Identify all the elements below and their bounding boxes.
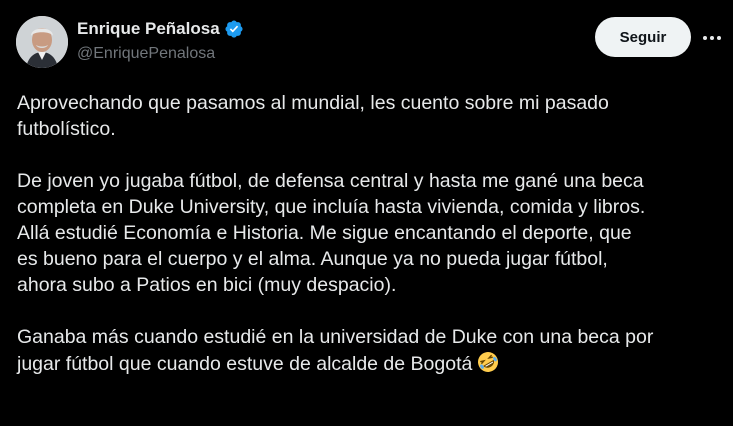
tweet-text-line: Ganaba más cuando estudié en la universi… bbox=[17, 326, 654, 348]
tweet-paragraph: De joven yo jugaba fútbol, de defensa ce… bbox=[17, 168, 729, 298]
author-name-row: Enrique Peñalosa bbox=[77, 19, 244, 39]
tweet-text-line: es bueno para el cuerpo y el alma. Aunqu… bbox=[17, 248, 608, 270]
tweet-text-line: futbolístico. bbox=[17, 118, 116, 140]
tweet-text-segment: jugar fútbol que cuando estuve de alcald… bbox=[17, 353, 473, 375]
tweet-paragraph: Ganaba más cuando estudié en la universi… bbox=[17, 324, 729, 381]
tweet-card: Enrique Peñalosa @EnriquePenalosa Seguir… bbox=[0, 0, 733, 426]
verified-badge-icon[interactable] bbox=[224, 19, 244, 39]
tweet-paragraph: Aprovechando que pasamos al mundial, les… bbox=[17, 90, 729, 142]
tweet-text: Aprovechando que pasamos al mundial, les… bbox=[17, 90, 729, 407]
author-avatar[interactable] bbox=[16, 16, 68, 68]
tweet-text-line: Aprovechando que pasamos al mundial, les… bbox=[17, 92, 609, 114]
rolling-on-floor-laughing-emoji bbox=[476, 350, 500, 381]
author-handle[interactable]: @EnriquePenalosa bbox=[77, 45, 215, 63]
more-horizontal-icon[interactable] bbox=[700, 28, 724, 48]
tweet-text-line: completa en Duke University, que incluía… bbox=[17, 196, 646, 218]
tweet-text-line-with-emoji: jugar fútbol que cuando estuve de alcald… bbox=[17, 350, 729, 381]
tweet-text-line: De joven yo jugaba fútbol, de defensa ce… bbox=[17, 170, 644, 192]
follow-button[interactable]: Seguir bbox=[595, 17, 691, 57]
author-display-name[interactable]: Enrique Peñalosa bbox=[77, 19, 220, 39]
tweet-text-line: ahora subo a Patios en bici (muy despaci… bbox=[17, 274, 397, 296]
tweet-text-line: Allá estudié Economía e Historia. Me sig… bbox=[17, 222, 632, 244]
